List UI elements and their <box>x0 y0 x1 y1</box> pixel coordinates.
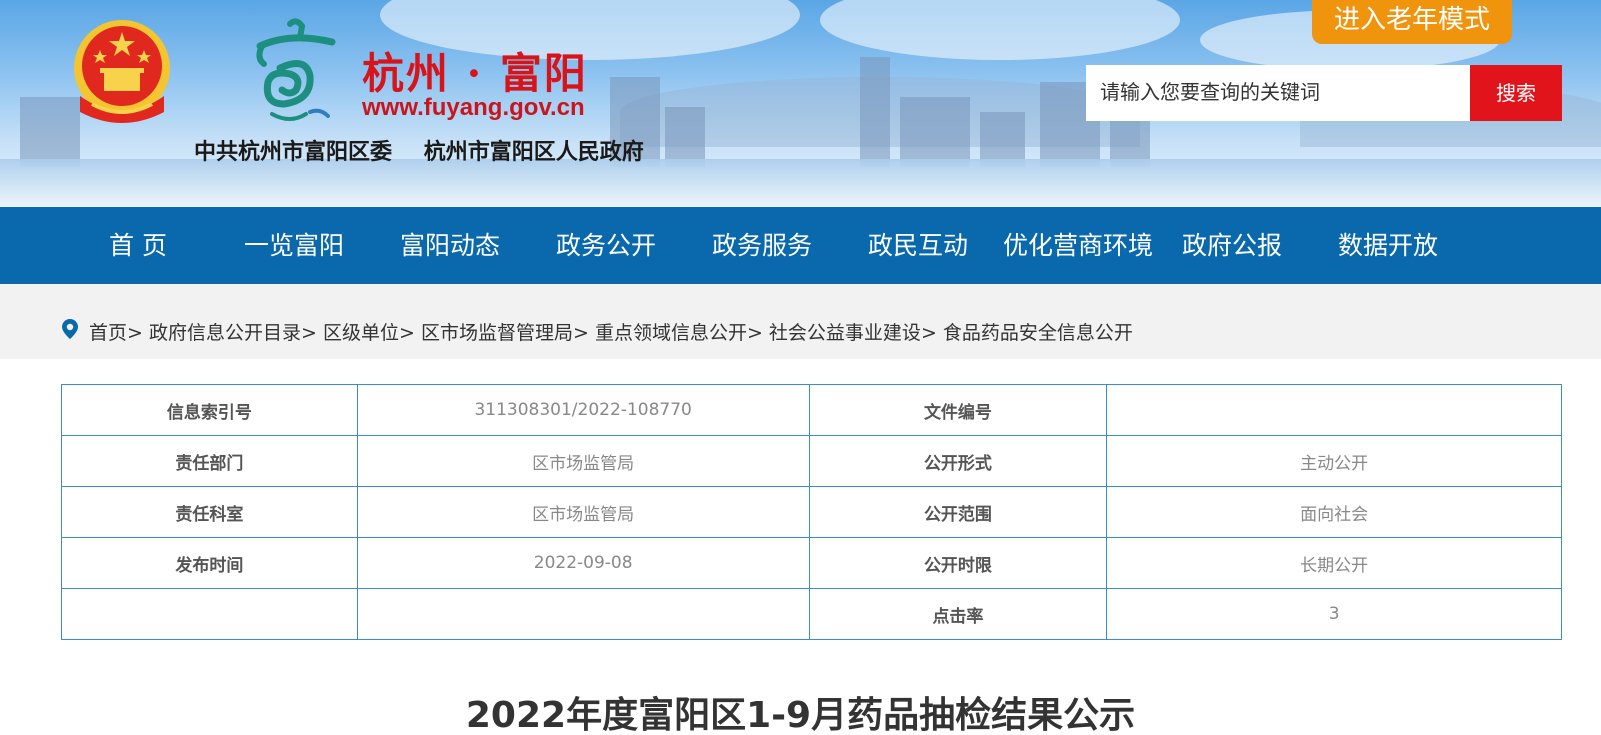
breadcrumb: 首页> 政府信息公开目录> 区级单位> 区市场监督管理局> 重点领域信息公开> … <box>89 318 1133 345</box>
table-row: 点击率 3 <box>61 588 1562 640</box>
location-pin-icon <box>62 319 78 339</box>
fuyang-logo-icon <box>256 18 336 121</box>
breadcrumb-item[interactable]: 食品药品安全信息公开 <box>943 322 1133 344</box>
clicks-label: 点击率 <box>808 588 1108 640</box>
empty-cell <box>356 588 810 640</box>
info-table: 信息索引号 311308301/2022-108770 文件编号 责任部门 区市… <box>61 384 1562 640</box>
breadcrumb-separator: > <box>398 322 415 344</box>
breadcrumb-item[interactable]: 区市场监督管理局 <box>421 322 573 344</box>
nav-item-home[interactable]: 首 页 <box>88 207 188 284</box>
nav-item-gazette[interactable]: 政府公报 <box>1172 207 1292 284</box>
org-government: 杭州市富阳区人民政府 <box>423 140 644 165</box>
nav-item-gov-affairs[interactable]: 政务公开 <box>546 207 666 284</box>
index-value: 311308301/2022-108770 <box>356 384 810 436</box>
empty-cell <box>61 588 358 640</box>
scope-value: 面向社会 <box>1106 486 1562 538</box>
search-input[interactable] <box>1086 65 1470 121</box>
form-label: 公开形式 <box>808 435 1108 487</box>
scope-label: 公开范围 <box>808 486 1108 538</box>
breadcrumb-separator: > <box>301 322 317 344</box>
site-url[interactable]: www.fuyang.gov.cn <box>362 94 585 122</box>
breadcrumb-separator: > <box>572 322 589 344</box>
org-committee: 中共杭州市富阳区委 <box>194 140 393 165</box>
city-name: 杭州 · 富阳 <box>362 49 588 98</box>
search-button[interactable]: 搜索 <box>1470 65 1562 121</box>
office-label: 责任科室 <box>61 486 358 538</box>
office-value: 区市场监管局 <box>356 486 810 538</box>
period-value: 长期公开 <box>1106 537 1562 589</box>
dept-value: 区市场监管局 <box>356 435 810 487</box>
breadcrumb-separator: > <box>920 322 937 344</box>
breadcrumb-separator: > <box>746 322 763 344</box>
breadcrumb-separator: > <box>127 322 143 344</box>
article-title: 2022年度富阳区1-9月药品抽检结果公示 <box>465 695 1136 735</box>
date-value: 2022-09-08 <box>356 537 810 589</box>
table-row: 信息索引号 311308301/2022-108770 文件编号 <box>61 384 1562 436</box>
nav-item-overview[interactable]: 一览富阳 <box>234 207 354 284</box>
breadcrumb-item[interactable]: 社会公益事业建设 <box>769 322 921 344</box>
nav-item-news[interactable]: 富阳动态 <box>390 207 510 284</box>
elder-mode-button[interactable]: 进入老年模式 <box>1312 0 1512 44</box>
period-label: 公开时限 <box>808 537 1108 589</box>
table-row: 发布时间 2022-09-08 公开时限 长期公开 <box>61 537 1562 589</box>
breadcrumb-item[interactable]: 政府信息公开目录 <box>149 322 301 344</box>
clicks-value: 3 <box>1106 588 1562 640</box>
org-names: 中共杭州市富阳区委 杭州市富阳区人民政府 <box>194 134 668 166</box>
breadcrumb-item[interactable]: 重点领域信息公开 <box>595 322 747 344</box>
form-value: 主动公开 <box>1106 435 1562 487</box>
dept-label: 责任部门 <box>61 435 358 487</box>
main-nav: 首 页 一览富阳 富阳动态 政务公开 政务服务 政民互动 优化营商环境 政府公报… <box>0 207 1601 284</box>
file-no-label: 文件编号 <box>808 384 1108 436</box>
nav-item-services[interactable]: 政务服务 <box>702 207 822 284</box>
national-emblem-icon <box>74 20 170 123</box>
breadcrumb-item[interactable]: 区级单位 <box>323 322 399 344</box>
nav-item-interaction[interactable]: 政民互动 <box>858 207 978 284</box>
breadcrumb-item[interactable]: 首页 <box>89 322 127 344</box>
date-label: 发布时间 <box>61 537 358 589</box>
nav-item-business-env[interactable]: 优化营商环境 <box>996 207 1160 284</box>
index-label: 信息索引号 <box>61 384 358 436</box>
table-row: 责任部门 区市场监管局 公开形式 主动公开 <box>61 435 1562 487</box>
table-row: 责任科室 区市场监管局 公开范围 面向社会 <box>61 486 1562 538</box>
nav-item-open-data[interactable]: 数据开放 <box>1328 207 1448 284</box>
file-no-value <box>1106 384 1562 436</box>
